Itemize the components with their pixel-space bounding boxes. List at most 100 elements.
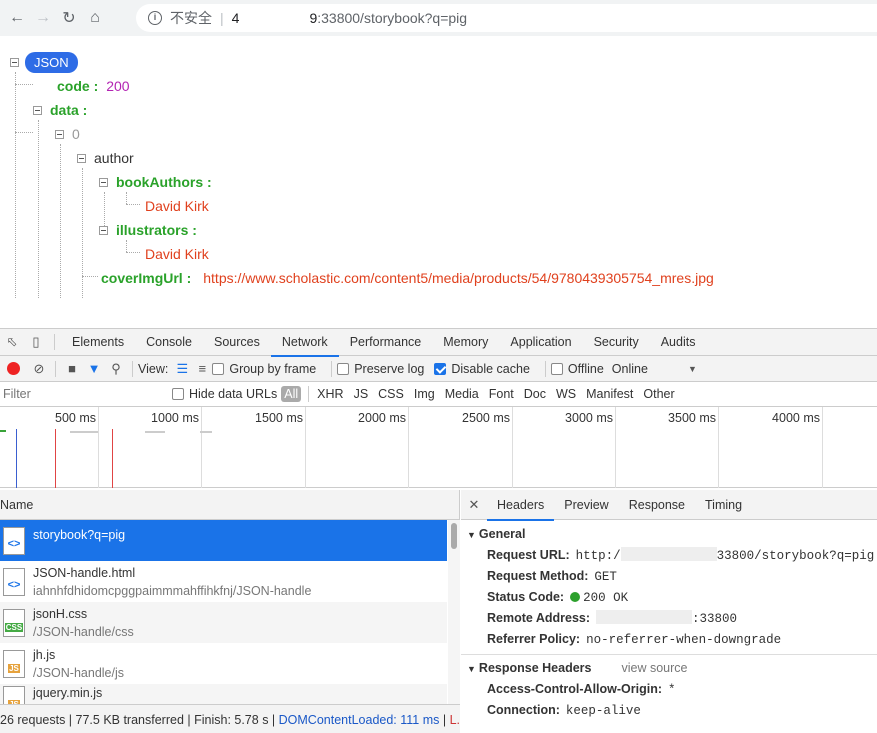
tab-performance[interactable]: Performance <box>339 329 433 356</box>
collapse-toggle-icon[interactable] <box>10 57 19 67</box>
filter-type-xhr[interactable]: XHR <box>312 386 348 402</box>
waterfall-icon[interactable]: ≡ <box>192 361 212 376</box>
chevron-down-icon[interactable]: ▼ <box>688 364 697 374</box>
summary-stats: 26 requests | 77.5 KB transferred | Fini… <box>0 713 279 727</box>
name-column-header[interactable]: Name <box>0 490 459 520</box>
json-data-row: data : <box>33 98 87 122</box>
hide-data-urls-checkbox[interactable] <box>172 388 184 400</box>
filter-icon[interactable]: ▼ <box>83 361 105 376</box>
filter-type-font[interactable]: Font <box>484 386 519 402</box>
summary-separator: | <box>439 713 450 727</box>
network-overview-timeline[interactable]: 500 ms 1000 ms 1500 ms 2000 ms 2500 ms 3… <box>0 407 877 488</box>
request-name: jsonH.css <box>33 606 88 621</box>
tab-security[interactable]: Security <box>583 329 650 356</box>
large-rows-icon[interactable]: ☰ <box>172 361 192 377</box>
view-source-link[interactable]: view source <box>621 661 687 675</box>
json-illustrators-row: illustrators : <box>99 218 197 242</box>
filter-input[interactable] <box>0 383 162 405</box>
forward-icon[interactable]: → <box>30 5 56 31</box>
response-headers-section-header[interactable]: ▼ Response Headers view source <box>461 657 877 679</box>
request-path: iahnhfdhidomcpggpaimmmahffihkfnj/JSON-ha… <box>33 583 312 598</box>
document-file-icon: <> <box>3 526 25 555</box>
filter-type-all[interactable]: All <box>281 386 302 402</box>
scrollbar-thumb[interactable] <box>451 523 457 549</box>
json-author-row: author <box>77 146 134 170</box>
remote-address-label: Remote Address: <box>487 611 591 625</box>
tab-memory[interactable]: Memory <box>432 329 499 356</box>
json-key-data: data : <box>50 102 88 118</box>
request-row[interactable]: <> JSON-handle.html iahnhfdhidomcpggpaim… <box>0 561 447 602</box>
devtools-tabbar: ⬁ ▯ Elements Console Sources Network Per… <box>0 329 877 357</box>
request-row[interactable]: <> storybook?q=pig <box>0 520 447 561</box>
preserve-log-checkbox[interactable] <box>337 362 350 375</box>
tab-headers[interactable]: Headers <box>487 490 555 521</box>
acao-label: Access-Control-Allow-Origin: <box>487 682 663 696</box>
filter-type-other[interactable]: Other <box>638 386 679 402</box>
request-url-prefix: http:/ <box>575 549 621 563</box>
request-bar <box>200 431 212 433</box>
tab-elements[interactable]: Elements <box>61 329 135 356</box>
tab-network[interactable]: Network <box>270 329 339 357</box>
request-row[interactable]: JS jh.js /JSON-handle/js <box>0 643 447 684</box>
hide-data-urls-label: Hide data URLs <box>189 387 278 401</box>
filter-type-media[interactable]: Media <box>440 386 484 402</box>
request-name: jh.js <box>33 647 56 662</box>
filter-divider <box>308 386 310 402</box>
timeline-tick-label: 3000 ms <box>565 411 613 425</box>
tab-preview[interactable]: Preview <box>554 490 618 520</box>
group-by-frame-checkbox[interactable] <box>212 362 225 375</box>
timeline-tick-label: 1500 ms <box>255 411 303 425</box>
close-icon[interactable]: ✕ <box>461 497 487 513</box>
filter-type-css[interactable]: CSS <box>373 386 409 402</box>
info-icon[interactable]: i <box>148 11 162 25</box>
filter-type-js[interactable]: JS <box>349 386 374 402</box>
search-icon[interactable]: ⚲ <box>105 361 127 377</box>
request-list-scrollbar[interactable] <box>448 520 460 704</box>
disable-cache-label: Disable cache <box>451 361 530 376</box>
tab-console[interactable]: Console <box>135 329 203 356</box>
capture-screenshots-icon[interactable]: ■ <box>61 361 83 376</box>
remote-address-row: Remote Address::33800 <box>461 608 877 629</box>
tab-application[interactable]: Application <box>499 329 582 356</box>
tab-timing[interactable]: Timing <box>695 490 752 520</box>
request-name: storybook?q=pig <box>33 527 126 542</box>
general-section-header[interactable]: ▼ General <box>461 523 877 545</box>
disable-cache-checkbox[interactable] <box>434 362 447 375</box>
filter-type-img[interactable]: Img <box>409 386 440 402</box>
json-root-badge[interactable]: JSON <box>25 51 78 73</box>
request-detail-pane: ✕ Headers Preview Response Timing ▼ Gener… <box>461 490 877 733</box>
json-value-code: 200 <box>106 78 130 94</box>
collapse-toggle-icon[interactable] <box>99 225 108 235</box>
collapse-toggle-icon[interactable] <box>33 105 42 115</box>
collapse-toggle-icon[interactable] <box>77 153 86 163</box>
offline-checkbox[interactable] <box>550 362 563 375</box>
json-root-row: JSON <box>10 50 78 74</box>
referrer-policy-value: no-referrer-when-downgrade <box>586 633 782 647</box>
clear-icon[interactable]: ⊘ <box>28 361 50 377</box>
home-icon[interactable]: ⌂ <box>82 5 108 31</box>
request-row[interactable]: CSS jsonH.css /JSON-handle/css <box>0 602 447 643</box>
json-value-cover[interactable]: https://www.scholastic.com/content5/medi… <box>203 270 714 286</box>
tab-sources[interactable]: Sources <box>203 329 271 356</box>
filter-bar: Hide data URLs All XHR JS CSS Img Media … <box>0 382 877 407</box>
device-toolbar-icon[interactable]: ▯ <box>24 329 48 356</box>
preserve-log-label: Preserve log <box>354 361 425 376</box>
summary-load: L... <box>449 713 460 727</box>
css-file-icon: CSS <box>3 608 25 637</box>
js-file-icon: JS <box>3 649 25 678</box>
collapse-toggle-icon[interactable] <box>99 177 108 187</box>
redacted-host <box>620 547 717 561</box>
filter-type-ws[interactable]: WS <box>551 386 581 402</box>
address-bar[interactable]: i 不安全 | 4 9 :33800/storybook?q=pig <box>136 4 877 32</box>
tab-audits[interactable]: Audits <box>650 329 707 356</box>
filter-type-doc[interactable]: Doc <box>519 386 551 402</box>
filter-type-manifest[interactable]: Manifest <box>581 386 638 402</box>
request-row[interactable]: JS jquery.min.js <box>0 684 447 704</box>
record-icon[interactable] <box>7 362 20 375</box>
reload-icon[interactable]: ↻ <box>56 5 82 31</box>
tab-response[interactable]: Response <box>619 490 695 520</box>
inspect-element-icon[interactable]: ⬁ <box>0 329 24 356</box>
collapse-toggle-icon[interactable] <box>55 129 64 139</box>
back-icon[interactable]: ← <box>4 5 30 31</box>
throttling-select[interactable]: Online <box>612 362 648 376</box>
